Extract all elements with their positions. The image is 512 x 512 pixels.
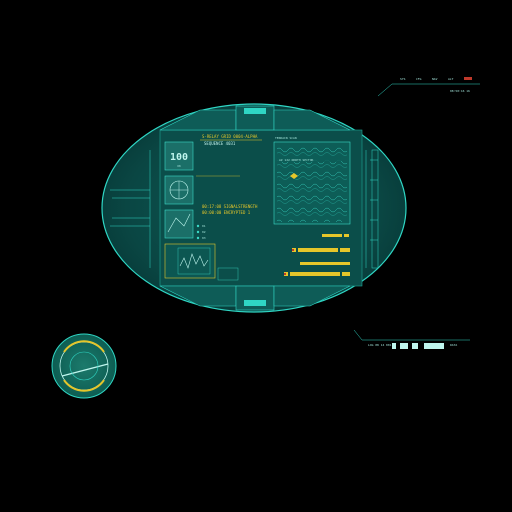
bottom-bezel-right	[273, 285, 351, 307]
bottom-bezel-left	[159, 285, 237, 307]
gauge-caption: OK	[177, 164, 181, 168]
radar-dial-icon[interactable]	[51, 333, 117, 399]
map-label: AZ 122 NORTH SECTOR	[279, 158, 314, 162]
legend-item-1: 01	[202, 224, 206, 228]
readout-time: 08:50:16 16	[450, 89, 470, 93]
hud-canvas: 100 OK 01 02 03 S-RELAY GRID 0004-ALPHA …	[51, 77, 480, 399]
header-text: S-RELAY GRID 0004-ALPHA	[202, 134, 258, 139]
status-line-3: 00:00:00 ENCRYPTED 1	[202, 210, 251, 215]
grid-widget[interactable]	[164, 209, 194, 239]
bottom-bezel-center	[235, 285, 275, 311]
legend-list: 01 02 03	[196, 224, 206, 240]
top-right-readout: SYS CFG NAV ALT 08:50:16 16	[377, 77, 480, 97]
readout-cfg: CFG	[416, 77, 422, 81]
readout-alt: ALT	[448, 77, 454, 81]
readout-sys: SYS	[400, 77, 406, 81]
top-bezel-right	[273, 109, 351, 131]
gauge-widget[interactable]: 100 OK	[164, 141, 194, 171]
log-line: LOG 08 14 001	[368, 343, 392, 347]
top-bezel-indicator	[244, 108, 266, 114]
bottom-right-readout: LOG 08 14 001 DATA	[353, 329, 470, 349]
data-line: DATA	[450, 343, 457, 347]
status-line-2: 00:17:08 SIGNALSTRENGTH	[202, 204, 258, 209]
sequence-text: SEQUENCE 4031	[204, 141, 236, 146]
terrain-map-panel[interactable]: TERRAIN SCAN AZ 122 NORTH SECTOR	[273, 136, 351, 225]
radar-widget[interactable]	[164, 175, 194, 205]
gauge-value: 100	[170, 152, 188, 163]
legend-item-2: 02	[202, 230, 206, 234]
top-bezel-left	[159, 109, 237, 131]
readout-nav: NAV	[432, 77, 438, 81]
map-title: TERRAIN SCAN	[275, 136, 297, 140]
bottom-bezel-indicator	[244, 300, 266, 306]
legend-item-3: 03	[202, 236, 206, 240]
